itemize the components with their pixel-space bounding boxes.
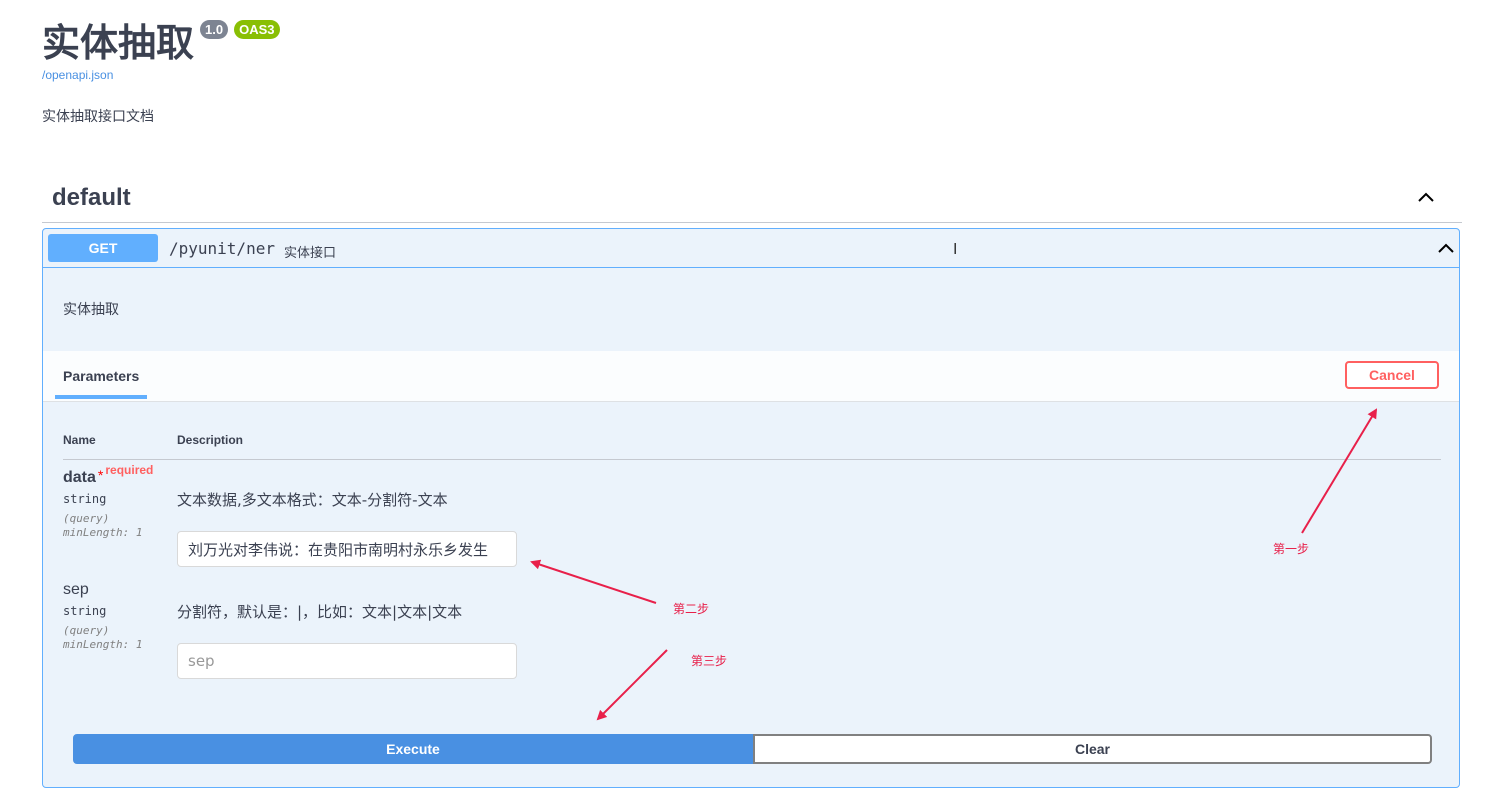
chevron-up-icon[interactable]	[1436, 238, 1456, 258]
tag-section-header[interactable]: default	[42, 172, 1462, 223]
data-input[interactable]	[177, 531, 517, 567]
tag-name: default	[52, 184, 131, 211]
chevron-up-icon[interactable]	[1416, 187, 1436, 207]
column-header-description: Description	[177, 433, 244, 447]
sep-input[interactable]	[177, 643, 517, 679]
cancel-button[interactable]: Cancel	[1345, 361, 1439, 389]
http-method-badge: GET	[48, 234, 158, 262]
oas-badge: OAS3	[234, 19, 280, 39]
api-title-block: 实体抽取 1.0 OAS3	[42, 14, 280, 65]
version-badge: 1.0	[200, 19, 229, 39]
param-name-data: data * required	[63, 463, 153, 487]
operation-summary[interactable]: GET /pyunit/ner 实体接口 I	[43, 229, 1459, 268]
param-type-sep: string	[63, 604, 107, 618]
clear-button[interactable]: Clear	[753, 734, 1432, 764]
param-in-data: (query)	[63, 512, 110, 525]
operation-summary-text: 实体接口	[284, 246, 337, 261]
parameters-header: Parameters Cancel	[43, 351, 1459, 402]
column-header-name: Name	[63, 433, 96, 447]
operation-description: 实体抽取	[63, 302, 119, 318]
param-description-sep: 分割符，默认是：|，比如：文本|文本|文本	[177, 603, 463, 621]
operation-path: /pyunit/ner	[169, 239, 275, 258]
param-name-text: data	[63, 469, 96, 486]
param-constraint-sep: minLength: 1	[63, 638, 143, 651]
required-label: required	[105, 463, 154, 477]
annotation-step3: 第三步	[691, 654, 728, 668]
text-cursor-icon: I	[953, 241, 958, 258]
param-description-data: 文本数据,多文本格式：文本-分割符-文本	[177, 491, 448, 509]
api-title: 实体抽取	[42, 20, 195, 65]
annotation-step1: 第一步	[1273, 542, 1310, 556]
api-description: 实体抽取接口文档	[42, 109, 154, 125]
param-type-data: string	[63, 492, 107, 506]
required-star: *	[97, 467, 104, 483]
operation-block-get: GET /pyunit/ner 实体接口 I 实体抽取 Parameters C…	[42, 228, 1460, 788]
tab-active-indicator	[55, 395, 147, 399]
param-in-sep: (query)	[63, 624, 110, 637]
tab-parameters[interactable]: Parameters	[63, 368, 139, 384]
execute-button[interactable]: Execute	[73, 734, 753, 764]
header-divider	[63, 459, 1441, 460]
param-constraint-data: minLength: 1	[63, 526, 143, 539]
spec-url-link[interactable]: /openapi.json	[42, 68, 113, 82]
annotation-step2: 第二步	[673, 602, 710, 616]
param-name-sep: sep	[63, 581, 89, 598]
